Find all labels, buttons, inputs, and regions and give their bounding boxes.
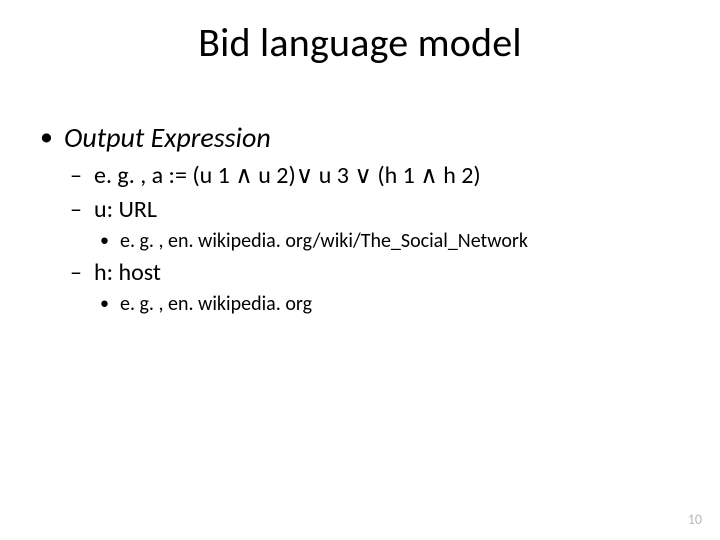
page-number: 10: [688, 511, 702, 528]
bullet-text: e. g. , en. wikipedia. org/wiki/The_Soci…: [120, 229, 528, 253]
slide-title: Bid language model: [0, 18, 720, 67]
slide-body: Output Expression e. g. , a := (u 1 ∧ u …: [38, 120, 682, 323]
bullet-h-example: e. g. , en. wikipedia. org: [94, 292, 682, 317]
slide: Bid language model Output Expression e. …: [0, 0, 720, 540]
bullet-text: u: URL: [94, 195, 157, 224]
bullet-text: e. g. , a := (u 1 ∧ u 2)∨ u 3 ∨ (h 1 ∧ h…: [94, 161, 481, 190]
bullet-u-example: e. g. , en. wikipedia. org/wiki/The_Soci…: [94, 229, 682, 254]
bullet-output-expression: Output Expression e. g. , a := (u 1 ∧ u …: [38, 120, 682, 317]
bullet-text: e. g. , en. wikipedia. org: [120, 292, 312, 316]
bullet-text: h: host: [94, 258, 161, 287]
bullet-h-host: h: host e. g. , en. wikipedia. org: [64, 258, 682, 317]
bullet-u-url: u: URL e. g. , en. wikipedia. org/wiki/T…: [64, 195, 682, 254]
bullet-example-expression: e. g. , a := (u 1 ∧ u 2)∨ u 3 ∨ (h 1 ∧ h…: [64, 161, 682, 191]
bullet-text: Output Expression: [64, 120, 271, 155]
